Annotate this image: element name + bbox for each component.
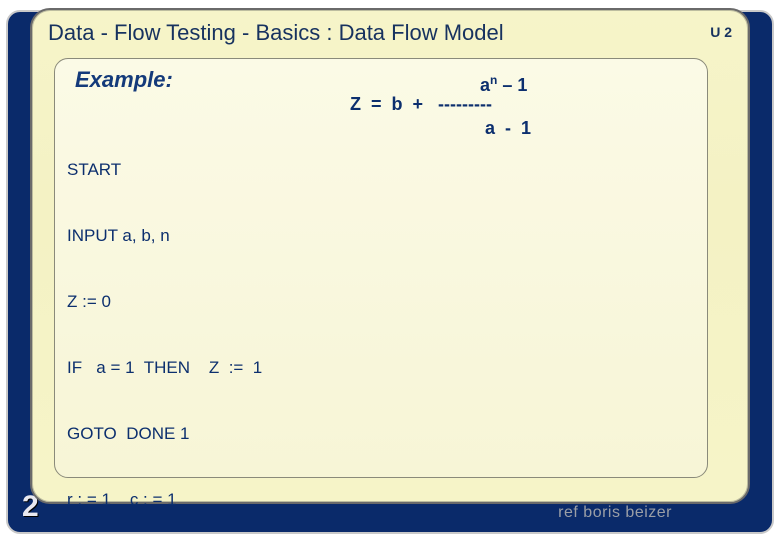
code-line: GOTO DONE 1 [67,423,695,445]
slide-title: Data - Flow Testing - Basics : Data Flow… [48,20,504,46]
code-line: INPUT a, b, n [67,225,695,247]
formula-numerator: an – 1 [480,69,527,96]
slide-stage: 2 ref boris beizer Data - Flow Testing -… [0,0,780,540]
unit-badge: U 2 [710,24,732,40]
code-line: r : = 1 c : = 1 [67,489,695,511]
example-panel: Example: an – 1 Z = b + --------- a - 1 … [54,58,708,478]
code-line: IF a = 1 THEN Z := 1 [67,357,695,379]
example-title: Example: [75,67,173,93]
formula-mid: Z = b + --------- [350,93,492,115]
code-line: START [67,159,695,181]
pseudocode-block: START INPUT a, b, n Z := 0 IF a = 1 THEN… [67,115,695,540]
code-line: Z := 0 [67,291,695,313]
slide-card: Data - Flow Testing - Basics : Data Flow… [30,8,750,504]
